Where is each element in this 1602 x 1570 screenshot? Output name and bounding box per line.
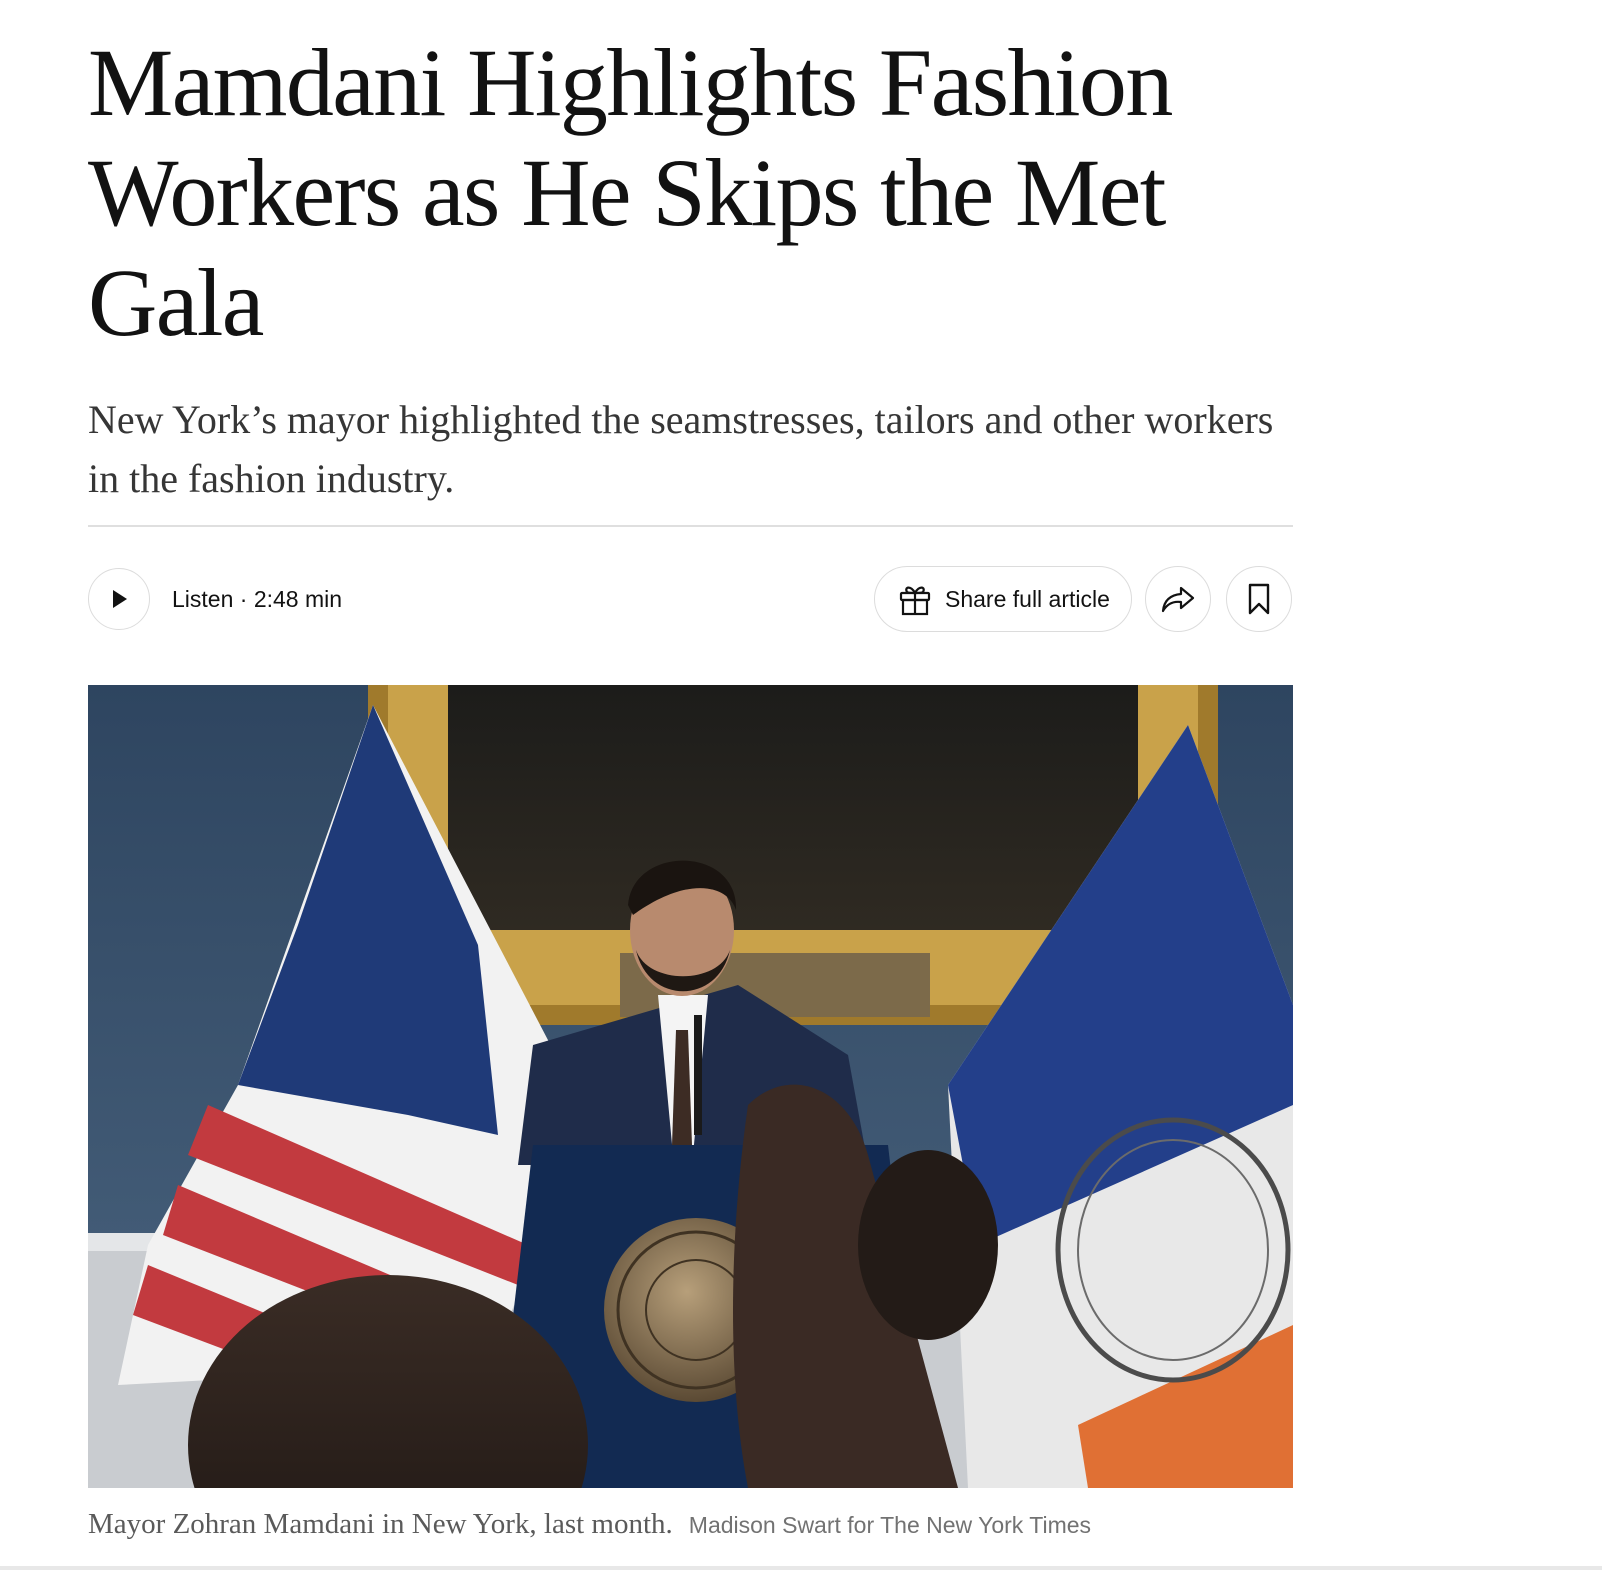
article-header: Mamdani Highlights Fashion Workers as He… xyxy=(88,0,1293,508)
article-headline: Mamdani Highlights Fashion Workers as He… xyxy=(88,29,1173,356)
caption-text: Mayor Zohran Mamdani in New York, last m… xyxy=(88,1508,673,1540)
share-full-article-button[interactable]: Share full article xyxy=(874,566,1132,632)
play-icon xyxy=(113,590,127,608)
press-conference-photo xyxy=(88,685,1293,1488)
listen-play-button[interactable] xyxy=(88,568,150,630)
listen-label[interactable]: Listen · 2:48 min xyxy=(172,586,342,613)
article-photo xyxy=(88,685,1293,1488)
bottom-scroll-edge xyxy=(0,1566,1602,1570)
header-divider xyxy=(88,525,1293,527)
article-page: Mamdani Highlights Fashion Workers as He… xyxy=(0,0,1602,1570)
share-button[interactable] xyxy=(1145,566,1211,632)
article-summary: New York’s mayor highlighted the seamstr… xyxy=(88,397,1274,501)
gift-icon xyxy=(899,586,931,616)
save-bookmark-button[interactable] xyxy=(1226,566,1292,632)
share-full-article-label: Share full article xyxy=(945,585,1110,612)
photo-credit: Madison Swart for The New York Times xyxy=(688,1512,1092,1538)
article-toolbar: Listen · 2:48 min Share full article xyxy=(88,566,1293,632)
bookmark-icon xyxy=(1248,583,1270,615)
share-arrow-icon xyxy=(1161,586,1195,613)
photo-caption: Mayor Zohran Mamdani in New York, last m… xyxy=(88,1508,1388,1541)
